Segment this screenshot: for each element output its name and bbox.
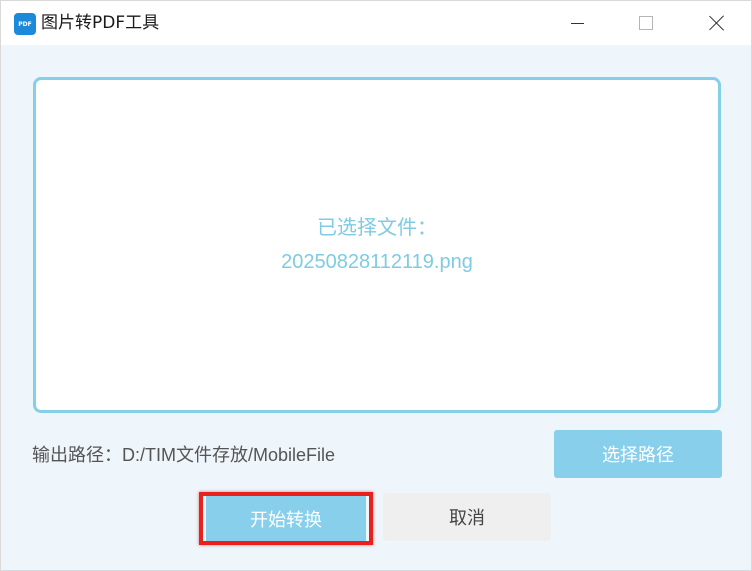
cancel-button[interactable]: 取消 [383, 493, 551, 541]
selected-file-label: 已选择文件： [317, 217, 437, 239]
selected-file-name: 20250828112119.png [281, 251, 473, 273]
minimize-button[interactable] [554, 1, 600, 45]
start-convert-button[interactable]: 开始转换 [206, 496, 366, 541]
app-window: PDF 图片转PDF工具 已选择文件： 20250828112119.png 输… [0, 0, 752, 571]
output-path-label: 输出路径：D:/TIM文件存放/MobileFile [32, 445, 336, 465]
close-button[interactable] [694, 1, 740, 45]
pdf-app-icon: PDF [14, 13, 36, 35]
title-bar[interactable]: PDF 图片转PDF工具 [1, 1, 751, 45]
maximize-button[interactable] [623, 1, 669, 45]
minimize-icon [570, 22, 584, 24]
app-icon-label: PDF [18, 20, 32, 28]
maximize-icon [639, 16, 653, 30]
close-icon [709, 15, 725, 31]
window-title: 图片转PDF工具 [41, 13, 160, 33]
file-drop-area[interactable]: 已选择文件： 20250828112119.png [33, 77, 721, 413]
choose-path-button[interactable]: 选择路径 [554, 430, 722, 478]
